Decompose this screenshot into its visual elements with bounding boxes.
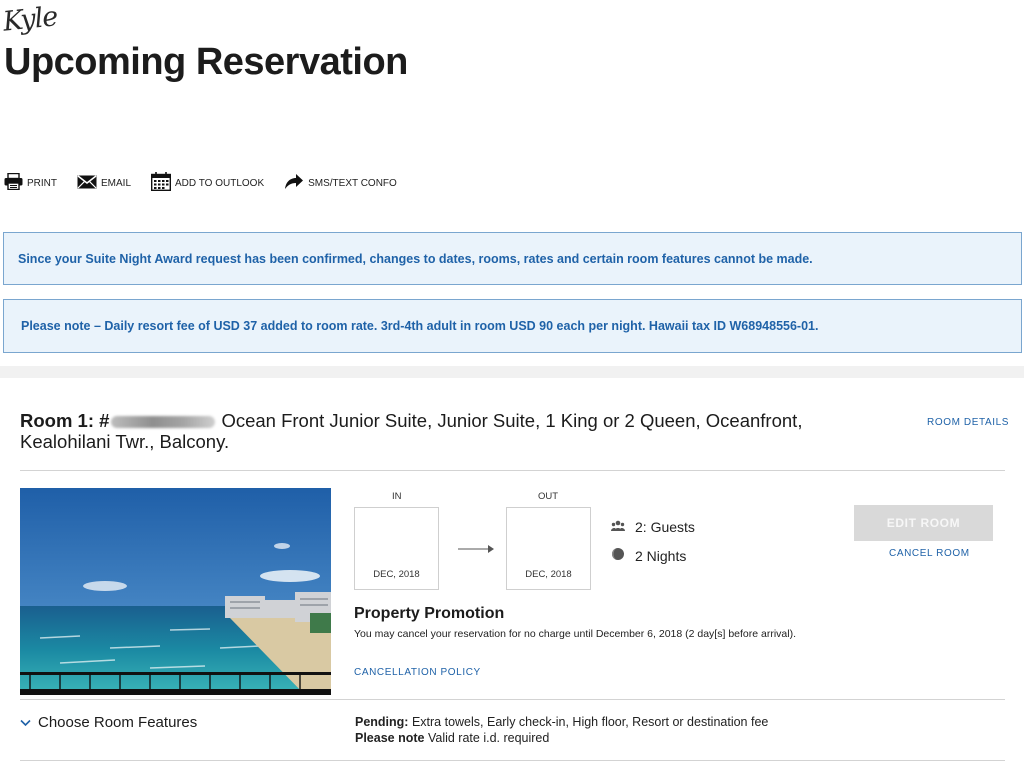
email-label: EMAIL: [101, 177, 132, 189]
resort-fee-notice-text: Please note – Daily resort fee of USD 37…: [21, 319, 819, 333]
room-details-link[interactable]: ROOM DETAILS: [927, 417, 1009, 428]
moon-icon: [611, 547, 635, 564]
room-photo: [20, 488, 331, 695]
nights-text: 2 Nights: [635, 547, 687, 564]
arrow-right-icon: [458, 541, 494, 559]
cancel-room-link[interactable]: CANCEL ROOM: [889, 548, 970, 559]
divider: [20, 760, 1005, 761]
sms-text-confo-label: SMS/TEXT CONFO: [308, 177, 397, 189]
check-out-date-box: DEC, 2018: [506, 507, 591, 590]
sms-text-confo-button[interactable]: SMS/TEXT CONFO: [284, 173, 397, 193]
pending-label: Pending:: [355, 715, 409, 729]
calendar-icon: [151, 172, 175, 194]
printer-icon: [4, 172, 27, 193]
signature: Kyle: [1, 1, 59, 38]
print-label: PRINT: [27, 177, 57, 189]
choose-room-features-label: Choose Room Features: [38, 714, 198, 731]
add-to-outlook-label: ADD TO OUTLOOK: [175, 177, 265, 189]
room-number-label: Room 1: #: [20, 410, 110, 431]
add-to-outlook-button[interactable]: ADD TO OUTLOOK: [151, 172, 264, 194]
chevron-down-icon: [20, 714, 38, 731]
guests-icon: [611, 519, 635, 535]
check-out-month: DEC, 2018: [525, 569, 572, 580]
suite-night-notice-text: Since your Suite Night Award request has…: [18, 251, 813, 266]
check-in-label: IN: [392, 491, 402, 502]
choose-room-features-toggle[interactable]: Choose Room Features: [20, 714, 197, 731]
note-label: Please note: [355, 731, 425, 745]
envelope-icon: [77, 174, 101, 192]
note-text: Valid rate i.d. required: [427, 731, 550, 745]
guests-text: 2: Guests: [635, 519, 695, 535]
share-arrow-icon: [284, 173, 308, 193]
guests-info: 2: Guests: [611, 519, 695, 535]
promotion-title: Property Promotion: [354, 605, 505, 622]
nights-info: 2 Nights: [611, 547, 686, 564]
check-in-date-box: DEC, 2018: [354, 507, 439, 590]
section-divider: [0, 366, 1024, 378]
check-in-month: DEC, 2018: [373, 569, 420, 580]
divider: [20, 470, 1005, 471]
promotion-text: You may cancel your reservation for no c…: [354, 628, 797, 640]
action-bar: PRINT EMAIL ADD TO OUTLOOK SMS/TEXT CONF…: [4, 172, 417, 194]
edit-room-button[interactable]: EDIT ROOM: [854, 505, 993, 541]
suite-night-notice: Since your Suite Night Award request has…: [3, 232, 1022, 285]
check-out-label: OUT: [538, 491, 559, 502]
cancellation-policy-link[interactable]: CANCELLATION POLICY: [354, 667, 481, 678]
redacted-confirmation-number: [111, 416, 216, 429]
pending-items: Extra towels, Early check-in, High floor…: [411, 715, 769, 729]
divider: [20, 699, 1005, 700]
pending-features: Pending: Extra towels, Early check-in, H…: [355, 714, 768, 746]
room-title: Room 1: # Ocean Front Junior Suite, Junio…: [20, 410, 820, 452]
email-button[interactable]: EMAIL: [77, 174, 132, 192]
resort-fee-notice: Please note – Daily resort fee of USD 37…: [3, 299, 1022, 353]
print-button[interactable]: PRINT: [4, 172, 57, 193]
page-title: Upcoming Reservation: [4, 41, 408, 83]
